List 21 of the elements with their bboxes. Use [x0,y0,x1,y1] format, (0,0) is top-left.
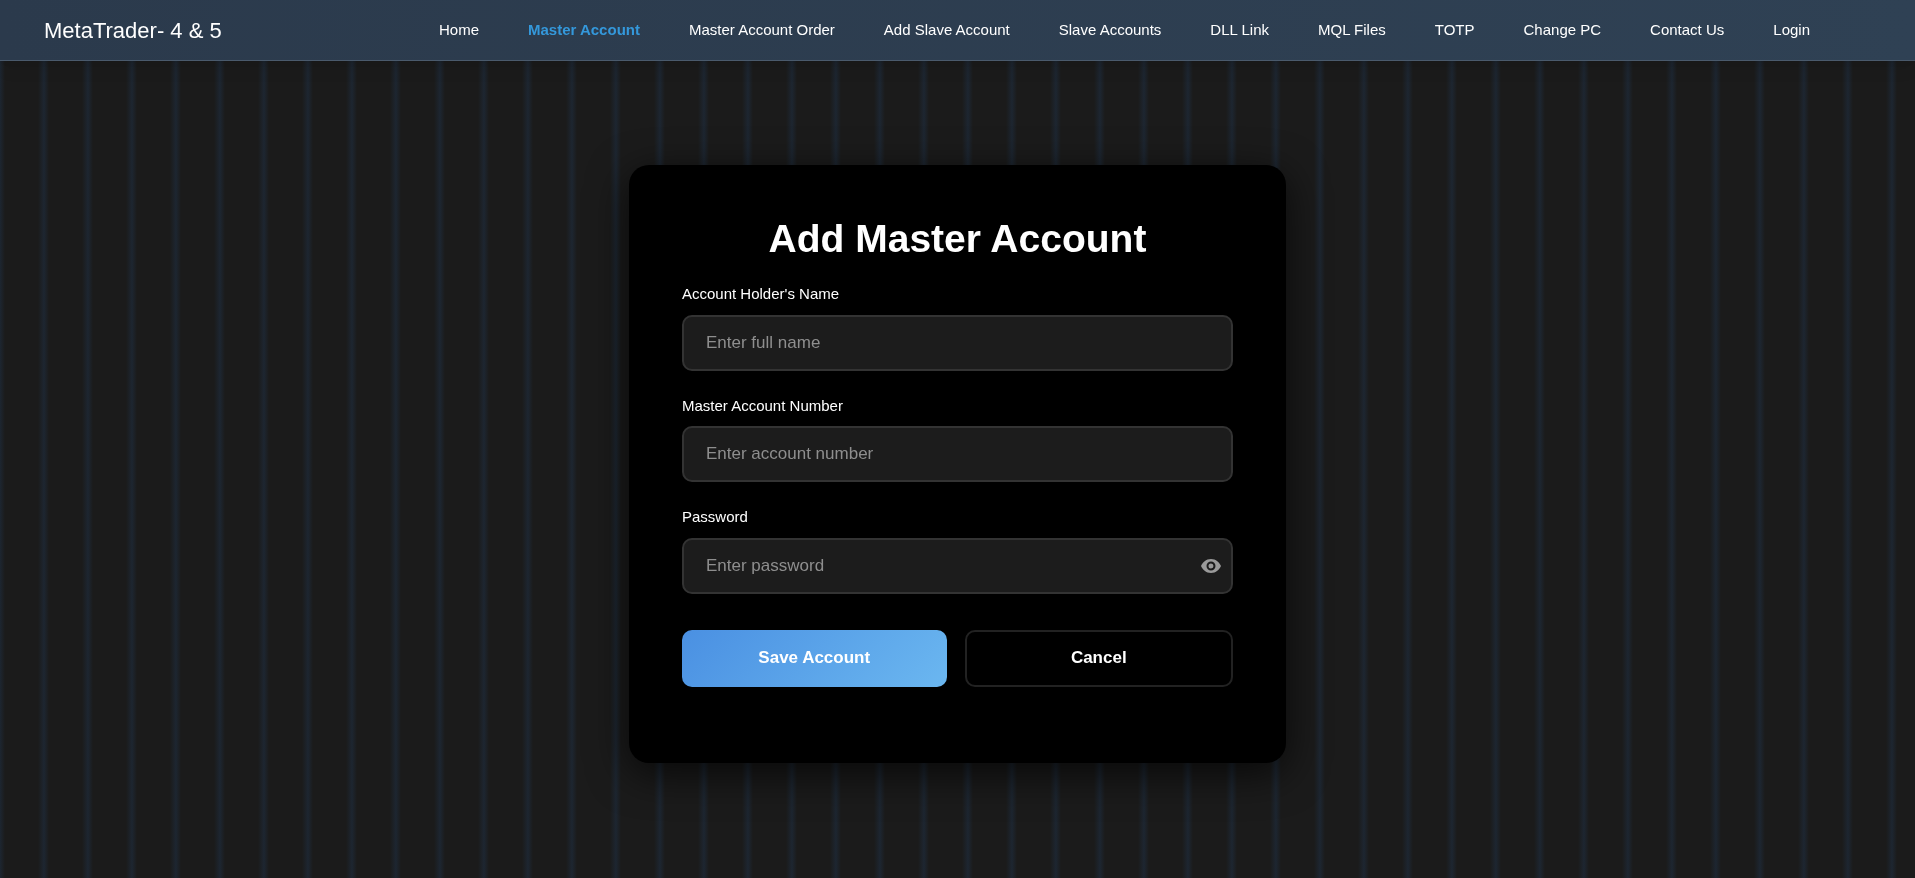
password-field[interactable]: Enter password [682,537,1233,594]
nav-link[interactable]: TOTP [1427,14,1482,46]
cancel-button[interactable]: Cancel [964,629,1233,687]
input-field[interactable]: Enter full name [682,314,1233,371]
nav-link[interactable]: MQL Files [1311,14,1393,46]
nav-link[interactable]: Contact Us [1643,14,1732,46]
nav-link[interactable]: DLL Link [1203,14,1276,46]
form-title: Add Master Account [767,216,1148,262]
input-field[interactable]: Enter account number [682,426,1233,482]
brand-name[interactable]: MetaTrader- 4 & 5 [44,13,222,47]
nav-link[interactable]: Master Account Order [681,14,842,46]
nav-link[interactable]: Change PC [1516,14,1609,46]
nav-link[interactable]: Slave Accounts [1051,14,1169,46]
field-label: Password [682,507,749,527]
field-label: Account Holder's Name [682,284,841,304]
nav-link[interactable]: Home [431,14,486,46]
nav-link[interactable]: Login [1766,14,1817,46]
field-label: Master Account Number [682,395,844,416]
nav-link[interactable]: Add Slave Account [876,14,1017,46]
eye-icon[interactable] [1201,558,1221,573]
nav-link[interactable]: Master Account [521,14,647,46]
